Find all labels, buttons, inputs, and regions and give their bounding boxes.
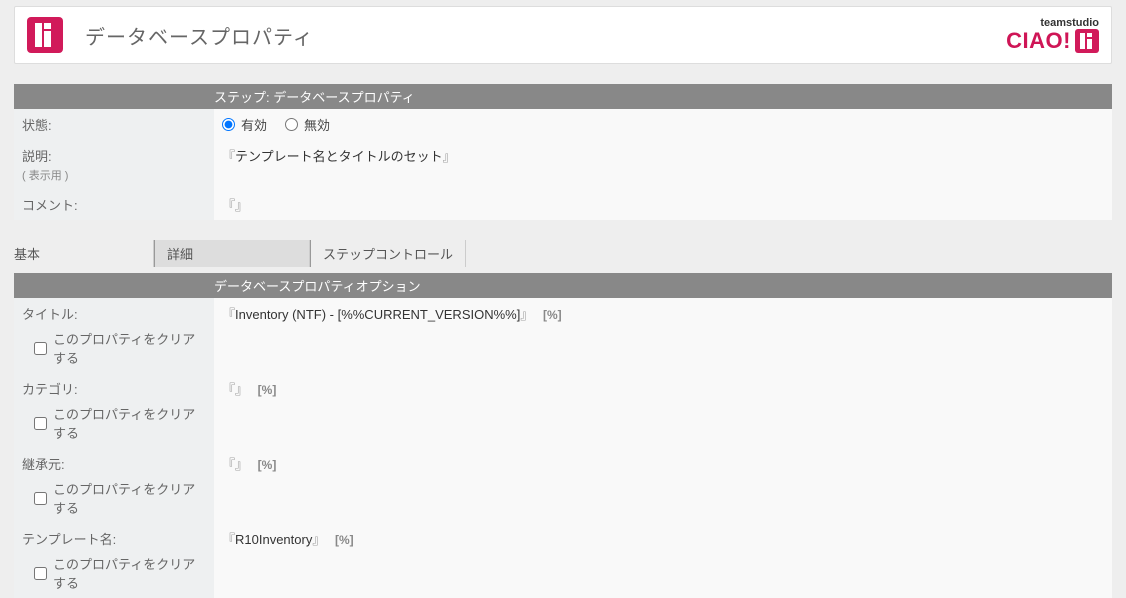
template-value[interactable]: 『R10Inventory』 [%] [222,532,354,547]
tab-detail[interactable]: 詳細 [154,240,310,267]
percent-icon[interactable]: [%] [258,458,277,472]
inherit-value[interactable]: 『』 [%] [222,457,276,472]
category-value[interactable]: 『』 [%] [222,382,276,397]
template-label: テンプレート名: [22,532,116,547]
brand-icon [1075,29,1099,53]
page-title: データベースプロパティ [85,21,1006,50]
inherit-clear-label: このプロパティをクリアする [53,479,206,517]
options-section-header-text: データベースプロパティオプション [214,276,421,295]
radio-enabled-input[interactable] [222,118,235,131]
brand-block: teamstudio CIAO! [1006,18,1099,53]
app-header: データベースプロパティ teamstudio CIAO! [14,6,1112,64]
options-form: タイトル: このプロパティをクリアする 『Inventory (NTF) - [… [14,298,1112,598]
percent-icon[interactable]: [%] [258,383,277,397]
title-value[interactable]: 『Inventory (NTF) - [%%CURRENT_VERSION%%]… [222,307,562,322]
radio-enabled-label: 有効 [241,115,267,134]
radio-disabled-input[interactable] [285,118,298,131]
title-clear-checkbox[interactable]: このプロパティをクリアする [34,329,206,367]
radio-enabled[interactable]: 有効 [222,115,267,134]
brand-ciao-text: CIAO! [1006,30,1071,52]
state-label: 状態: [14,109,214,140]
inherit-clear-checkbox-input[interactable] [34,492,47,505]
tabstrip: 基本 詳細 ステップコントロール [14,240,1112,267]
inherit-clear-checkbox[interactable]: このプロパティをクリアする [34,479,206,517]
title-label: タイトル: [22,307,78,322]
percent-icon[interactable]: [%] [335,533,354,547]
brand-top-text: teamstudio [1040,18,1099,29]
tab-step-control[interactable]: ステップコントロール [310,240,466,267]
category-label: カテゴリ: [22,382,78,397]
step-section-header-text: ステップ: データベースプロパティ [214,87,415,106]
app-logo-icon [27,17,63,53]
template-clear-label: このプロパティをクリアする [53,554,206,592]
title-clear-checkbox-input[interactable] [34,342,47,355]
template-clear-checkbox[interactable]: このプロパティをクリアする [34,554,206,592]
category-clear-checkbox[interactable]: このプロパティをクリアする [34,404,206,442]
step-form: 状態: 有効 無効 説明: ( 表示用 ) [14,109,1112,220]
options-section-header: データベースプロパティオプション [14,273,1112,298]
category-clear-label: このプロパティをクリアする [53,404,206,442]
radio-disabled-label: 無効 [304,115,330,134]
state-radio-group: 有効 無効 [222,115,1104,134]
inherit-label: 継承元: [22,457,65,472]
tab-basic[interactable]: 基本 [14,240,154,267]
step-section-header: ステップ: データベースプロパティ [14,84,1112,109]
title-clear-label: このプロパティをクリアする [53,329,206,367]
desc-value[interactable]: 『テンプレート名とタイトルのセット』 [222,149,456,164]
template-clear-checkbox-input[interactable] [34,567,47,580]
desc-sub-label: ( 表示用 ) [22,167,206,183]
radio-disabled[interactable]: 無効 [285,115,330,134]
desc-label: 説明: [22,149,52,164]
comment-value[interactable]: 『』 [222,198,248,213]
percent-icon[interactable]: [%] [543,308,562,322]
category-clear-checkbox-input[interactable] [34,417,47,430]
comment-label: コメント: [14,189,214,220]
